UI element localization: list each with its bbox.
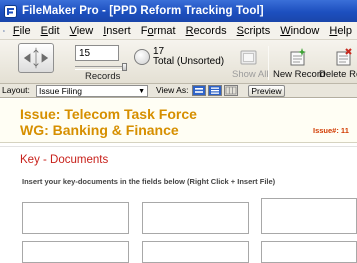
key-document-field-3[interactable] [261, 198, 357, 234]
records-label: Records [85, 71, 121, 82]
working-group-title: WG: Banking & Finance [20, 122, 179, 138]
record-content: Issue: Telecom Task Force WG: Banking & … [0, 99, 357, 263]
section-title: Key - Documents [20, 154, 109, 166]
key-document-field-5[interactable] [142, 241, 249, 263]
view-as-list-button[interactable] [208, 85, 222, 96]
menu-records[interactable]: Records [181, 25, 232, 37]
issue-number: Issue#: 11 [313, 126, 349, 135]
list-view-icon [211, 87, 219, 94]
key-document-field-2[interactable] [142, 202, 249, 234]
record-slider[interactable] [75, 63, 127, 71]
show-all-icon[interactable] [240, 49, 258, 67]
record-slider-thumb[interactable] [122, 63, 127, 71]
menu-view[interactable]: View [65, 25, 99, 37]
view-as-form-button[interactable] [192, 85, 206, 96]
filemaker-app-icon[interactable] [4, 4, 17, 18]
delete-record-button[interactable]: Delete Rec [319, 69, 357, 80]
key-document-field-4[interactable] [22, 241, 129, 263]
chevron-down-icon[interactable]: ▼ [138, 87, 145, 97]
view-as-label: View As: [156, 85, 189, 95]
layout-label: Layout: [2, 85, 30, 95]
key-document-field-6[interactable] [261, 241, 357, 263]
preview-button[interactable]: Preview [248, 85, 285, 97]
menu-window[interactable]: Window [275, 25, 324, 37]
layout-select[interactable]: Issue Filing ▼ [36, 85, 148, 97]
menu-bar: File Edit View Insert Format Records Scr… [0, 22, 357, 40]
book-icon [23, 47, 49, 69]
menu-scripts[interactable]: Scripts [232, 25, 276, 37]
new-record-button[interactable]: New Record [273, 69, 325, 80]
layout-select-value: Issue Filing [39, 86, 82, 96]
view-as-table-button[interactable] [224, 85, 238, 96]
record-header: Issue: Telecom Task Force WG: Banking & … [0, 99, 357, 143]
form-view-icon [195, 88, 203, 93]
document-icon[interactable] [3, 25, 5, 37]
key-document-field-1[interactable] [22, 202, 129, 234]
total-sort-status: Total (Unsorted) [153, 56, 225, 67]
menu-edit[interactable]: Edit [36, 25, 65, 37]
issue-title: Issue: Telecom Task Force [20, 106, 197, 122]
record-pie-icon [134, 49, 150, 65]
menu-insert[interactable]: Insert [98, 25, 136, 37]
delete-record-icon[interactable] [334, 47, 354, 67]
status-toolbar: 15 Records 17 Total (Unsorted) Show All … [0, 40, 357, 84]
menu-help[interactable]: Help [324, 25, 357, 37]
table-view-icon [225, 86, 237, 95]
menu-format[interactable]: Format [136, 25, 181, 37]
current-record-field[interactable]: 15 [75, 45, 119, 61]
menu-file[interactable]: File [8, 25, 36, 37]
show-all-button[interactable]: Show All [232, 69, 268, 80]
new-record-icon[interactable] [288, 47, 308, 67]
layout-bar: Layout: Issue Filing ▼ View As: Preview [0, 84, 357, 98]
toolbar-divider [268, 46, 269, 80]
section-hint: Insert your key-documents in the fields … [22, 177, 276, 186]
window-title: FileMaker Pro - [PPD Reform Tracking Too… [22, 5, 264, 17]
title-bar: FileMaker Pro - [PPD Reform Tracking Too… [0, 0, 357, 22]
section-divider [0, 146, 357, 147]
record-navigation-book[interactable] [18, 43, 54, 73]
